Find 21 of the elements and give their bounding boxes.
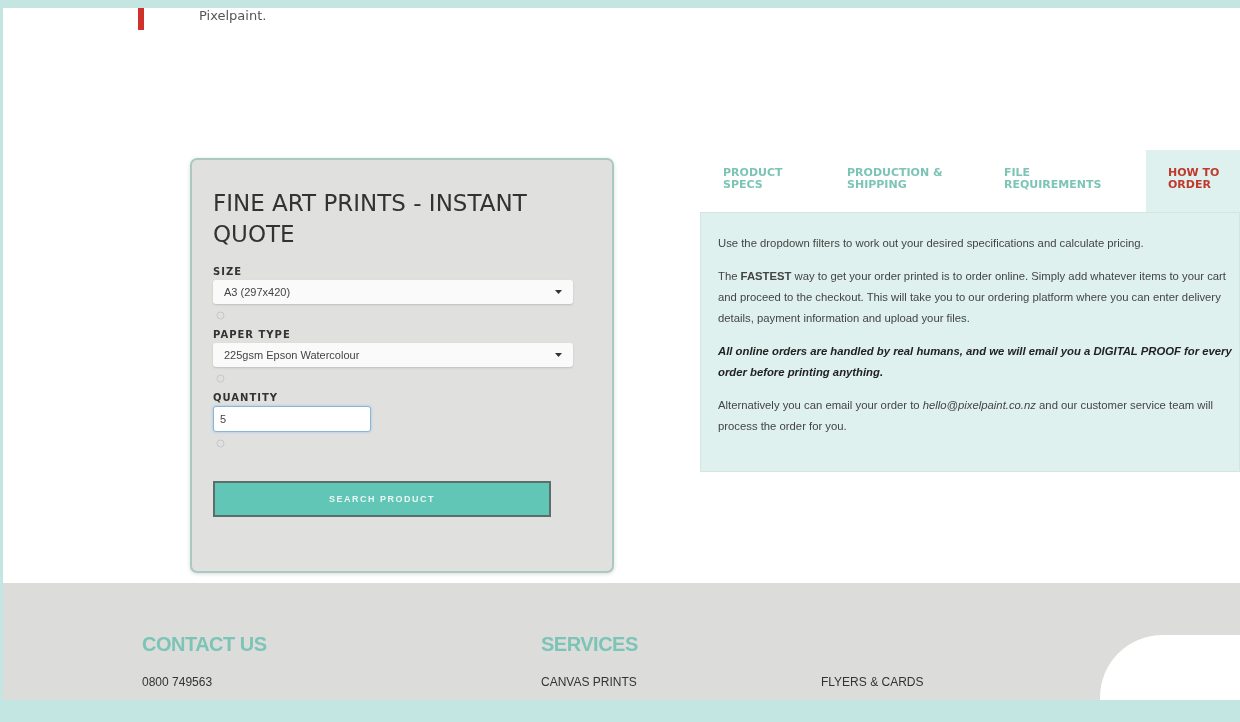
field-label: QUANTITY	[213, 392, 279, 403]
paragraph: Alternatively you can email your order to hello@pixelpaint.co.nz and our customer service team will process the order for you.	[718, 398, 1214, 434]
footer-link[interactable]: 0800 749563	[142, 675, 213, 689]
footer-heading: CONTACT US	[142, 633, 267, 657]
intro-text: Pixelpaint.	[199, 8, 267, 23]
dropdown-field[interactable]: A3 (297x420)	[213, 280, 573, 304]
footer-link[interactable]: FLYERS & CARDS	[821, 675, 924, 689]
caret-icon	[555, 290, 562, 294]
tab[interactable]: HOW TO ORDER	[1146, 150, 1240, 212]
paragraph: Use the dropdown filters to work out your desired specifications and calculate pricing.	[718, 236, 1145, 251]
footer-link[interactable]: CANVAS PRINTS	[541, 675, 637, 689]
footer-heading: SERVICES	[541, 633, 638, 657]
form-title: FINE ART PRINTS - INSTANT QUOTE	[213, 189, 528, 249]
quantity-field[interactable]: 5	[213, 406, 371, 432]
caret-icon	[555, 353, 562, 357]
accent-bar	[138, 8, 144, 30]
field-label: SIZE	[213, 266, 242, 277]
field-label: PAPER TYPE	[213, 329, 291, 340]
paragraph: The FASTEST way to get your order printed is to order online. Simply add whatever items to your cart and proceed to the checkout. This will take you to our ordering platform where you can enter delivery details, payment information and upload your files.	[718, 269, 1227, 326]
dropdown-field[interactable]: 225gsm Epson Watercolour	[213, 343, 573, 367]
paragraph: All online orders are handled by real humans, and we will email you a DIGITAL PROOF for every order before printing anything.	[718, 344, 1233, 380]
